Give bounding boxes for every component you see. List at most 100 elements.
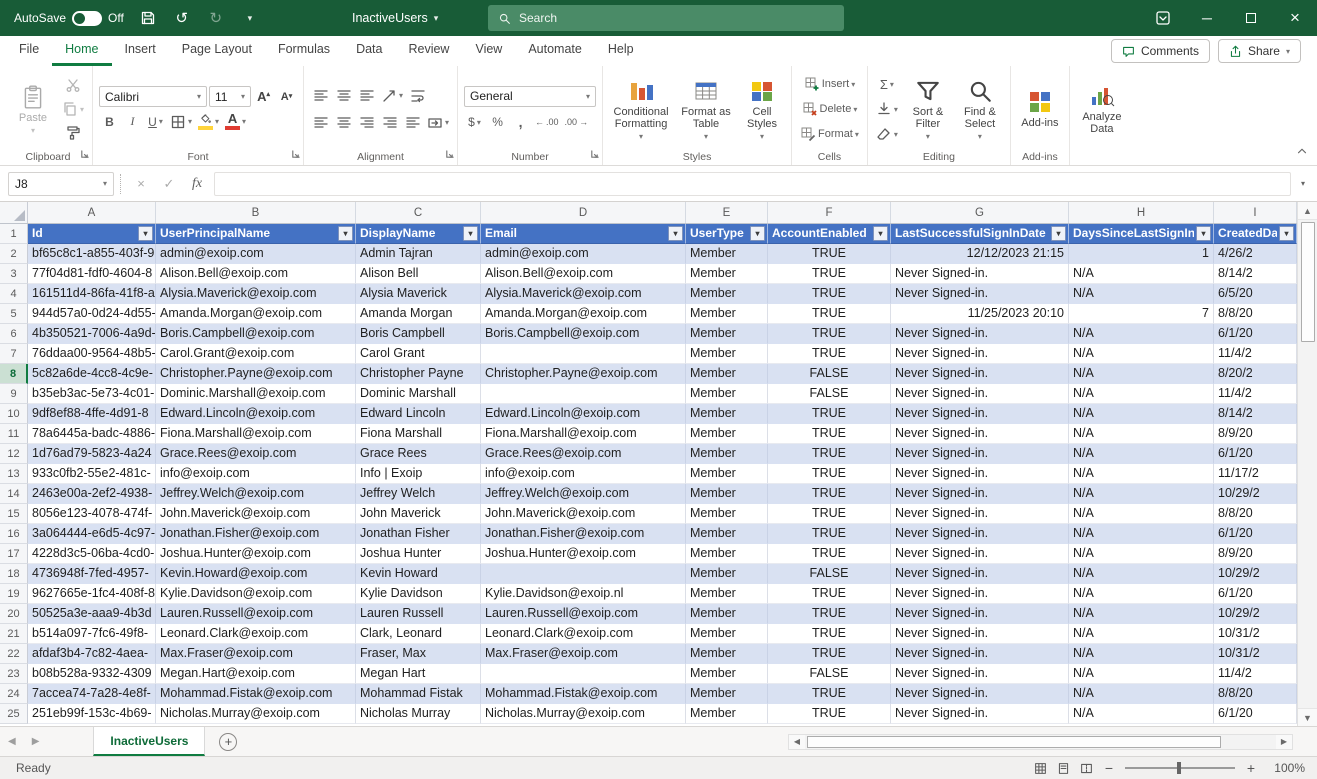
cell-I11[interactable]: 8/9/20 — [1214, 424, 1297, 444]
cell-I21[interactable]: 10/31/2 — [1214, 624, 1297, 644]
filter-button-i[interactable]: ▾ — [1279, 226, 1294, 241]
cell-C3[interactable]: Alison Bell — [356, 264, 481, 284]
cell-I8[interactable]: 8/20/2 — [1214, 364, 1297, 384]
row-header-14[interactable]: 14 — [0, 484, 28, 504]
cell-D11[interactable]: Fiona.Marshall@exoip.com — [481, 424, 686, 444]
cell-C21[interactable]: Clark, Leonard — [356, 624, 481, 644]
format-painter-button[interactable] — [60, 123, 86, 144]
filter-button-b[interactable]: ▾ — [338, 226, 353, 241]
cell-I16[interactable]: 6/1/20 — [1214, 524, 1297, 544]
increase-indent-button[interactable] — [402, 112, 423, 133]
undo-button[interactable]: ↺ — [172, 7, 192, 29]
cell-A4[interactable]: 161511d4-86fa-41f8-a — [28, 284, 156, 304]
cell-H9[interactable]: N/A — [1069, 384, 1214, 404]
new-sheet-button[interactable]: + — [219, 733, 237, 751]
enter-button[interactable]: ✓ — [158, 173, 180, 195]
cell-F7[interactable]: TRUE — [768, 344, 891, 364]
table-header-lastsuccessfulsignindate[interactable]: LastSuccessfulSignInDate▾ — [891, 224, 1069, 244]
cell-B24[interactable]: Mohammad.Fistak@exoip.com — [156, 684, 356, 704]
cell-F21[interactable]: TRUE — [768, 624, 891, 644]
zoom-out-button[interactable]: − — [1103, 760, 1115, 776]
cell-D24[interactable]: Mohammad.Fistak@exoip.com — [481, 684, 686, 704]
orientation-button[interactable]: ▾ — [379, 85, 405, 106]
zoom-slider-thumb[interactable] — [1177, 762, 1181, 774]
table-header-userprincipalname[interactable]: UserPrincipalName▾ — [156, 224, 356, 244]
cell-B14[interactable]: Jeffrey.Welch@exoip.com — [156, 484, 356, 504]
scroll-up-icon[interactable]: ▲ — [1298, 202, 1317, 220]
accounting-format-button[interactable]: $▾ — [464, 112, 485, 133]
format-cells-button[interactable]: Format▾ — [798, 124, 861, 145]
ribbon-tab-view[interactable]: View — [462, 36, 515, 66]
cell-E4[interactable]: Member — [686, 284, 768, 304]
alignment-dialog-launcher-icon[interactable] — [445, 148, 454, 162]
cell-G10[interactable]: Never Signed-in. — [891, 404, 1069, 424]
cell-H18[interactable]: N/A — [1069, 564, 1214, 584]
cell-A3[interactable]: 77f04d81-fdf0-4604-8 — [28, 264, 156, 284]
cell-D2[interactable]: admin@exoip.com — [481, 244, 686, 264]
cell-D7[interactable] — [481, 344, 686, 364]
row-header-20[interactable]: 20 — [0, 604, 28, 624]
top-align-button[interactable] — [310, 85, 331, 106]
ribbon-tab-home[interactable]: Home — [52, 36, 111, 66]
cell-F4[interactable]: TRUE — [768, 284, 891, 304]
cell-G24[interactable]: Never Signed-in. — [891, 684, 1069, 704]
cell-B5[interactable]: Amanda.Morgan@exoip.com — [156, 304, 356, 324]
cell-C7[interactable]: Carol Grant — [356, 344, 481, 364]
cell-I4[interactable]: 6/5/20 — [1214, 284, 1297, 304]
cell-D22[interactable]: Max.Fraser@exoip.com — [481, 644, 686, 664]
cell-A6[interactable]: 4b350521-7006-4a9d-b — [28, 324, 156, 344]
scroll-left-icon[interactable]: ◀ — [789, 735, 805, 749]
table-header-accountenabled[interactable]: AccountEnabled▾ — [768, 224, 891, 244]
cell-F24[interactable]: TRUE — [768, 684, 891, 704]
table-header-createddate[interactable]: CreatedDate▾ — [1214, 224, 1297, 244]
page-break-view-button[interactable] — [1080, 762, 1093, 775]
ribbon-tab-review[interactable]: Review — [395, 36, 462, 66]
cell-B15[interactable]: John.Maverick@exoip.com — [156, 504, 356, 524]
cell-B11[interactable]: Fiona.Marshall@exoip.com — [156, 424, 356, 444]
cell-H12[interactable]: N/A — [1069, 444, 1214, 464]
cell-E15[interactable]: Member — [686, 504, 768, 524]
cell-E25[interactable]: Member — [686, 704, 768, 724]
bold-button[interactable]: B — [99, 111, 120, 132]
cell-G21[interactable]: Never Signed-in. — [891, 624, 1069, 644]
cell-B4[interactable]: Alysia.Maverick@exoip.com — [156, 284, 356, 304]
cell-C24[interactable]: Mohammad Fistak — [356, 684, 481, 704]
cell-F11[interactable]: TRUE — [768, 424, 891, 444]
cell-I14[interactable]: 10/29/2 — [1214, 484, 1297, 504]
horizontal-scrollbar[interactable]: ◀ ▶ — [788, 734, 1293, 750]
cell-G18[interactable]: Never Signed-in. — [891, 564, 1069, 584]
cell-F6[interactable]: TRUE — [768, 324, 891, 344]
row-header-15[interactable]: 15 — [0, 504, 28, 524]
ribbon-tab-help[interactable]: Help — [595, 36, 647, 66]
ribbon-tab-insert[interactable]: Insert — [112, 36, 169, 66]
row-header-6[interactable]: 6 — [0, 324, 28, 344]
cell-F17[interactable]: TRUE — [768, 544, 891, 564]
bottom-align-button[interactable] — [356, 85, 377, 106]
row-header-12[interactable]: 12 — [0, 444, 28, 464]
filter-button-c[interactable]: ▾ — [463, 226, 478, 241]
font-color-button[interactable]: A▾ — [223, 111, 248, 132]
cell-F23[interactable]: FALSE — [768, 664, 891, 684]
ribbon-display-options-button[interactable] — [1141, 0, 1185, 36]
table-header-email[interactable]: Email▾ — [481, 224, 686, 244]
cell-D16[interactable]: Jonathan.Fisher@exoip.com — [481, 524, 686, 544]
cell-G7[interactable]: Never Signed-in. — [891, 344, 1069, 364]
cell-H7[interactable]: N/A — [1069, 344, 1214, 364]
cell-E20[interactable]: Member — [686, 604, 768, 624]
cell-A22[interactable]: afdaf3b4-7c82-4aea- — [28, 644, 156, 664]
autosave-toggle[interactable]: AutoSave Off — [14, 11, 124, 26]
cell-H13[interactable]: N/A — [1069, 464, 1214, 484]
cell-D20[interactable]: Lauren.Russell@exoip.com — [481, 604, 686, 624]
filter-button-h[interactable]: ▾ — [1196, 226, 1211, 241]
ribbon-tab-page-layout[interactable]: Page Layout — [169, 36, 265, 66]
cell-C4[interactable]: Alysia Maverick — [356, 284, 481, 304]
cell-D9[interactable] — [481, 384, 686, 404]
cell-E7[interactable]: Member — [686, 344, 768, 364]
cell-C9[interactable]: Dominic Marshall — [356, 384, 481, 404]
cell-F25[interactable]: TRUE — [768, 704, 891, 724]
filter-button-e[interactable]: ▾ — [750, 226, 765, 241]
previous-sheet-icon[interactable]: ◀ — [0, 736, 24, 747]
cell-G5[interactable]: 11/25/2023 20:10 — [891, 304, 1069, 324]
cell-F9[interactable]: FALSE — [768, 384, 891, 404]
delete-cells-button[interactable]: Delete▾ — [798, 99, 861, 120]
